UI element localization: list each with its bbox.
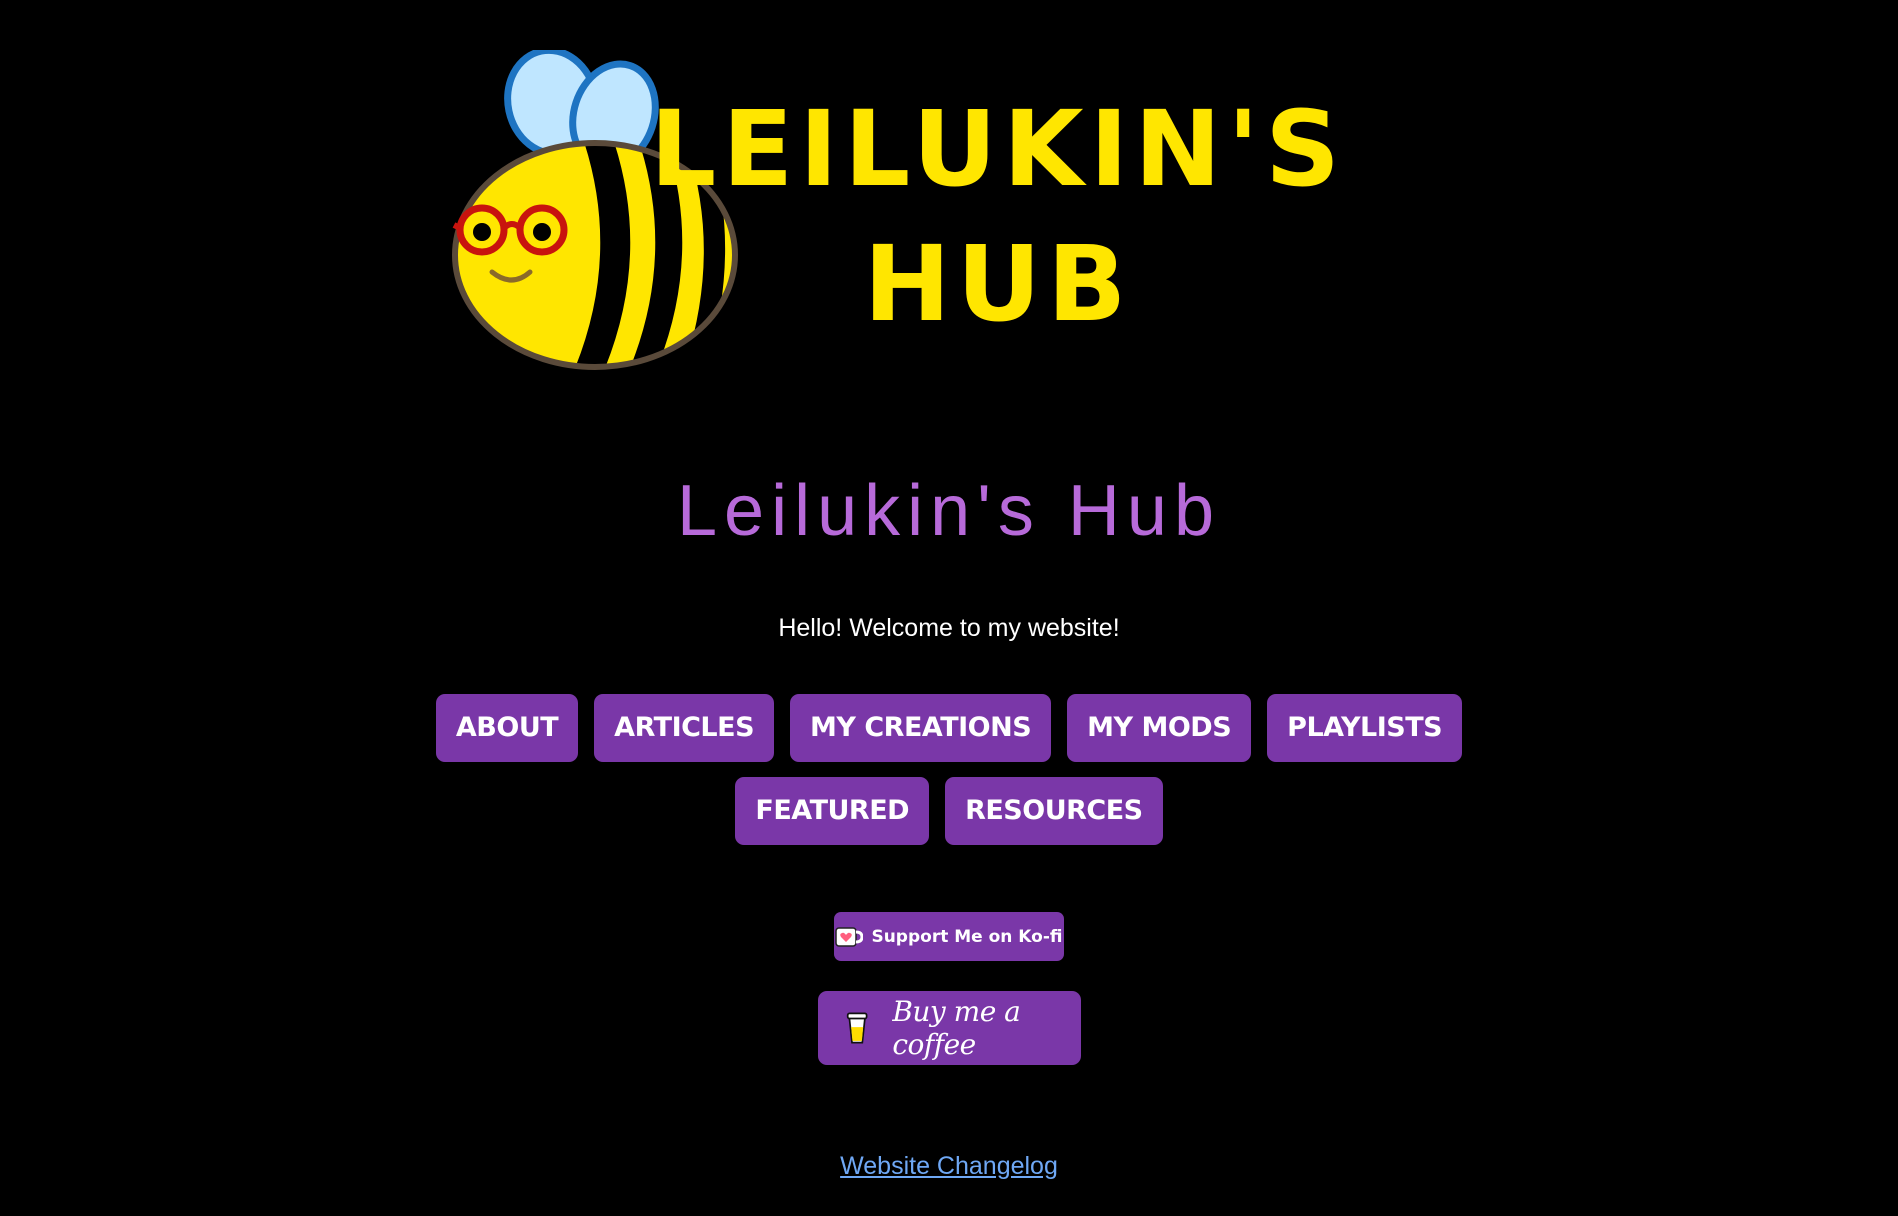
nav-articles-button[interactable]: ARTICLES xyxy=(594,694,775,762)
logo-line1: LEILUKIN'S xyxy=(650,88,1346,210)
website-changelog-link[interactable]: Website Changelog xyxy=(840,1152,1058,1180)
nav-my-mods-button[interactable]: MY MODS xyxy=(1067,694,1252,762)
coffee-cup-icon xyxy=(846,1012,868,1044)
buy-me-a-coffee-button[interactable]: Buy me a coffee xyxy=(818,991,1081,1065)
buy-me-a-coffee-label: Buy me a coffee xyxy=(892,995,1021,1061)
logo-line2: HUB xyxy=(864,223,1133,345)
nav-resources-button[interactable]: RESOURCES xyxy=(945,777,1163,845)
page: LEILUKIN'S HUB Leilukin's Hub Hello! Wel… xyxy=(0,0,1898,1216)
kofi-support-button[interactable]: Support Me on Ko-fi xyxy=(834,912,1064,961)
site-logo[interactable]: LEILUKIN'S HUB xyxy=(440,50,1440,380)
footer: Website Changelog xyxy=(0,1152,1898,1181)
nav-row-2: FEATURED RESOURCES xyxy=(0,777,1898,845)
kofi-cup-icon xyxy=(835,926,864,947)
nav-about-button[interactable]: ABOUT xyxy=(435,694,579,762)
kofi-label: Support Me on Ko-fi xyxy=(871,926,1063,947)
nav-featured-button[interactable]: FEATURED xyxy=(735,777,930,845)
nav-my-creations-button[interactable]: MY CREATIONS xyxy=(790,694,1052,762)
logo-graphic: LEILUKIN'S HUB xyxy=(452,50,1346,370)
page-title: Leilukin's Hub xyxy=(677,471,1221,551)
nav-playlists-button[interactable]: PLAYLISTS xyxy=(1267,694,1463,762)
welcome-text: Hello! Welcome to my website! xyxy=(778,614,1120,642)
nav-row-1: ABOUT ARTICLES MY CREATIONS MY MODS PLAY… xyxy=(0,694,1898,762)
